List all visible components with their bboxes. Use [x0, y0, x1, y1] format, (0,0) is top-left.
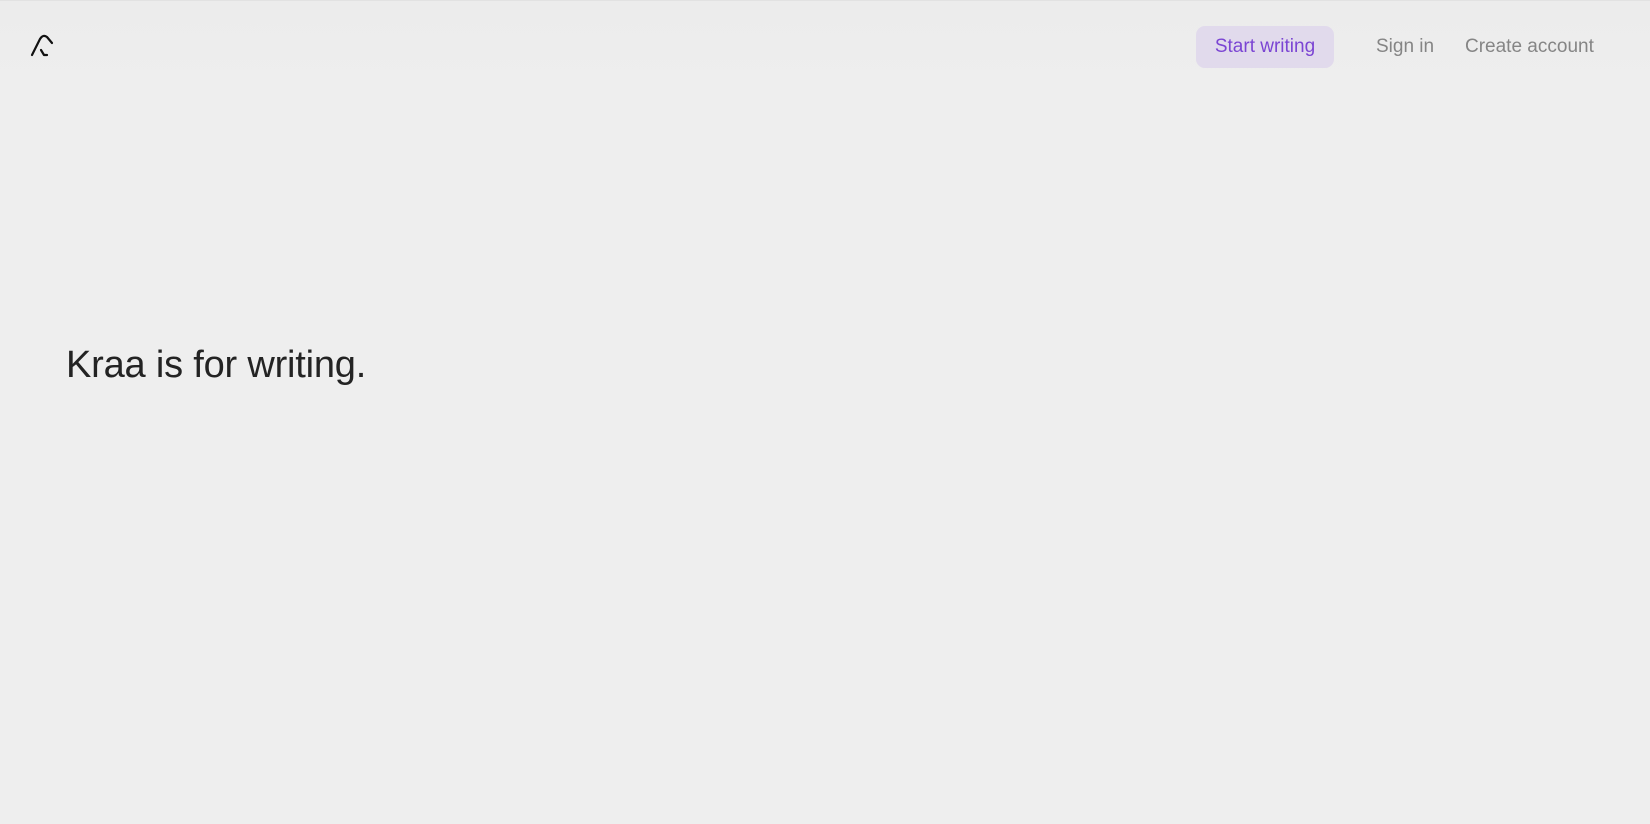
- hero-headline: Kraa is for writing.: [66, 344, 367, 386]
- top-bar: Start writing Sign in Create account: [0, 0, 1650, 92]
- create-account-link[interactable]: Create account: [1465, 26, 1594, 68]
- sign-in-label: Sign in: [1376, 36, 1435, 57]
- sign-in-link[interactable]: Sign in: [1376, 26, 1434, 68]
- create-account-label: Create account: [1465, 36, 1594, 57]
- start-writing-label: Start writing: [1214, 36, 1316, 57]
- logo-mark: [30, 34, 54, 57]
- start-writing-button[interactable]: Start writing: [1196, 26, 1334, 68]
- kraa-logo-icon[interactable]: [22, 25, 64, 67]
